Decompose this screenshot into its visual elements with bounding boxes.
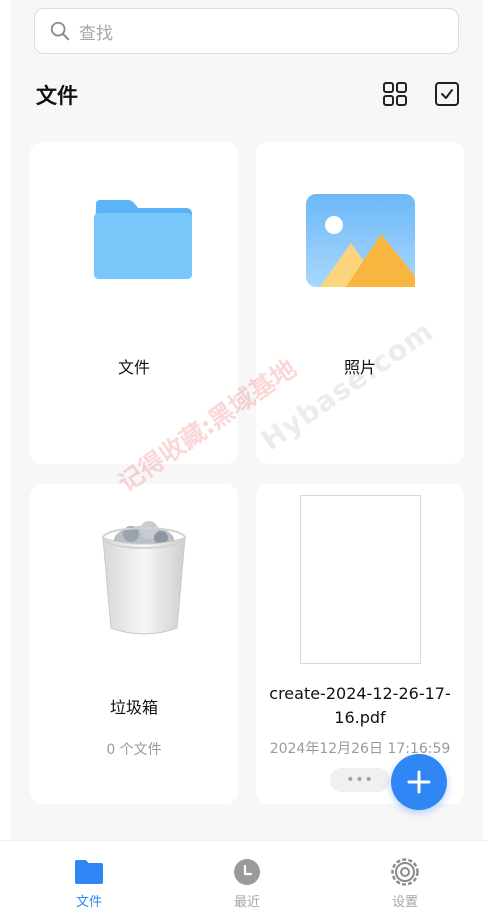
tab-files[interactable]: 文件 <box>49 857 129 910</box>
card-pdf-file[interactable]: create-2024-12-26-17-16.pdf 2024年12月26日 … <box>256 484 464 804</box>
checkbox-icon <box>435 82 459 106</box>
grid-view-button[interactable] <box>381 80 409 108</box>
image-icon <box>306 194 415 287</box>
folder-icon <box>94 200 192 279</box>
select-button[interactable] <box>433 80 461 108</box>
search-placeholder: 查找 <box>79 23 113 44</box>
search-icon <box>50 21 70 41</box>
page-title: 文件 <box>36 84 78 108</box>
plus-icon <box>407 770 431 794</box>
tab-label-files: 文件 <box>75 895 102 910</box>
add-button[interactable] <box>391 754 447 810</box>
search-input[interactable]: 查找 <box>34 8 459 54</box>
gear-icon <box>391 858 419 886</box>
tab-label-settings: 设置 <box>391 895 418 910</box>
card-trash[interactable]: 垃圾箱 0 个文件 <box>30 484 238 804</box>
more-options-button[interactable]: ••• <box>330 768 390 792</box>
folder-icon <box>75 860 103 884</box>
card-label-photos: 照片 <box>343 358 376 377</box>
card-label-files: 文件 <box>117 358 150 377</box>
card-photos[interactable]: 照片 <box>256 142 464 464</box>
trash-icon <box>102 521 186 635</box>
clock-icon <box>234 859 260 885</box>
card-files[interactable]: 文件 <box>30 142 238 464</box>
file-date: 2024年12月26日 17:16:59 <box>269 741 451 757</box>
file-name: create-2024-12-26-17-16.pdf <box>269 684 451 727</box>
pdf-thumbnail <box>300 495 421 664</box>
tab-settings[interactable]: 设置 <box>365 857 445 910</box>
bottom-tab-bar: 文件 最近 设置 <box>0 840 488 914</box>
tab-label-recent: 最近 <box>233 895 260 910</box>
card-label-trash: 垃圾箱 <box>109 698 158 717</box>
trash-file-count: 0 个文件 <box>106 742 162 758</box>
tab-recent[interactable]: 最近 <box>207 857 287 910</box>
app-background: 查找 文件 文件 照片 垃圾箱 0 个文件 create-2024-12-26-… <box>10 0 483 840</box>
grid-icon <box>383 82 407 106</box>
